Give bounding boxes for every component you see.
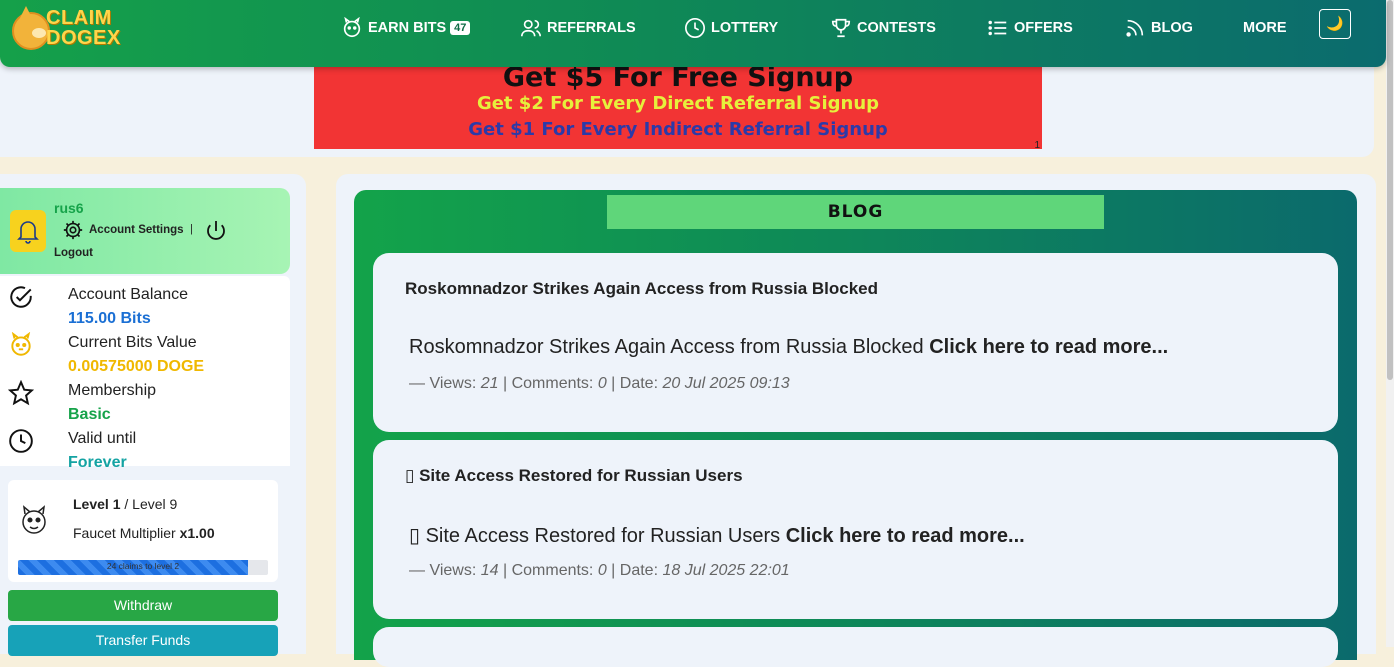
membership-label: Membership — [68, 382, 157, 399]
users-icon — [521, 19, 541, 37]
post-meta: — Views: 21 | Comments: 0 | Date: 20 Jul… — [409, 375, 790, 393]
read-more-link[interactable]: Click here to read more... — [786, 525, 1025, 547]
comments-label: | Comments: — [498, 375, 598, 392]
nav-earn-bits[interactable]: EARN BITS 47 — [341, 16, 471, 40]
views-label: — Views: — [409, 562, 481, 579]
clock-icon — [685, 18, 705, 38]
doge-coin-icon — [8, 331, 34, 363]
bits-value-label: Current Bits Value — [68, 334, 197, 351]
logout-link[interactable]: Logout — [54, 247, 93, 259]
rss-icon — [1126, 19, 1144, 37]
theme-toggle-button[interactable]: 🌙 — [1319, 9, 1351, 39]
moon-icon: 🌙 — [1326, 15, 1344, 31]
separator: | — [190, 223, 193, 235]
power-button[interactable] — [204, 219, 228, 248]
views-count: 21 — [480, 375, 499, 392]
bell-icon — [17, 221, 39, 244]
power-icon — [207, 221, 225, 240]
nav-more[interactable]: MORE — [1243, 16, 1287, 40]
notifications-button[interactable] — [10, 210, 46, 252]
valid-until-value: Forever — [68, 454, 127, 471]
top-navbar: CLAIM DOGEX EARN BITS 47 REFERRALS LOTTE… — [0, 0, 1386, 67]
post-date: 20 Jul 2025 09:13 — [662, 375, 790, 392]
logo-text: CLAIM DOGEX — [46, 7, 121, 49]
post-excerpt: Roskomnadzor Strikes Again Access from R… — [409, 336, 1168, 359]
nav-offers[interactable]: OFFERS — [987, 16, 1073, 40]
post-meta: — Views: 14 | Comments: 0 | Date: 18 Jul… — [409, 562, 790, 580]
post-excerpt-text: ▯ Site Access Restored for Russian Users — [409, 525, 786, 547]
post-title[interactable]: Roskomnadzor Strikes Again Access from R… — [405, 279, 878, 299]
trophy-icon — [831, 18, 851, 38]
membership-value: Basic — [68, 406, 111, 423]
level-text: Level 1 / Level 9 — [73, 496, 177, 512]
gear-icon — [63, 220, 83, 240]
comments-count: 0 — [597, 562, 607, 579]
account-settings-link[interactable]: Account Settings — [62, 219, 184, 241]
views-count: 14 — [480, 562, 499, 579]
doge-logo-icon — [12, 6, 50, 50]
earn-bits-count-badge: 47 — [450, 21, 471, 35]
level-progress-text: 24 claims to level 2 — [106, 561, 180, 571]
date-label: | Date: — [606, 562, 663, 579]
date-label: | Date: — [606, 375, 663, 392]
clock-icon — [8, 428, 34, 459]
nav-more-label: MORE — [1243, 20, 1287, 36]
post-excerpt: ▯ Site Access Restored for Russian Users… — [409, 523, 1025, 548]
star-icon — [7, 379, 35, 411]
ad-line-direct-referral: Get $2 For Every Direct Referral Signup — [476, 93, 880, 114]
list-icon — [988, 20, 1007, 36]
piggy-bank-icon — [343, 17, 361, 38]
ad-line-indirect-referral: Get $1 For Every Indirect Referral Signu… — [468, 119, 888, 140]
post-date: 18 Jul 2025 22:01 — [662, 562, 790, 579]
level-avatar-icon — [18, 504, 50, 538]
current-level: Level 1 — [73, 496, 121, 512]
username: rus6 — [54, 200, 84, 216]
comments-count: 0 — [597, 375, 607, 392]
balance-label: Account Balance — [68, 286, 189, 303]
read-more-link[interactable]: Click here to read more... — [929, 336, 1168, 358]
blog-post-card[interactable]: ▯ Site Access Restored for Russian Users… — [373, 440, 1338, 619]
nav-earn-bits-label: EARN BITS — [368, 20, 447, 36]
bits-value: 0.00575000 DOGE — [68, 358, 205, 375]
nav-contests[interactable]: CONTESTS — [830, 16, 936, 40]
max-level: / Level 9 — [120, 496, 178, 512]
balance-value: 115.00 Bits — [68, 310, 151, 327]
valid-until-label: Valid until — [68, 430, 137, 447]
nav-blog[interactable]: BLOG — [1124, 16, 1193, 40]
views-label: — Views: — [409, 375, 481, 392]
nav-referrals[interactable]: REFERRALS — [520, 16, 636, 40]
check-circle-icon — [8, 284, 34, 315]
withdraw-button[interactable]: Withdraw — [8, 590, 278, 621]
promo-banner-ad[interactable]: Get $5 For Free Signup Get $2 For Every … — [314, 62, 1042, 151]
multiplier-value: x1.00 — [179, 525, 215, 541]
post-excerpt-text: Roskomnadzor Strikes Again Access from R… — [409, 336, 930, 358]
blog-post-card[interactable] — [373, 627, 1338, 667]
nav-offers-label: OFFERS — [1014, 20, 1073, 36]
transfer-funds-button[interactable]: Transfer Funds — [8, 625, 278, 656]
page-scrollbar[interactable] — [1386, 0, 1394, 647]
ad-corner-marker: 1 — [1034, 140, 1040, 151]
blog-post-card[interactable]: Roskomnadzor Strikes Again Access from R… — [373, 253, 1338, 432]
site-logo[interactable]: CLAIM DOGEX — [12, 6, 132, 54]
blog-section-title: BLOG — [607, 195, 1104, 229]
level-progress-bar: 24 claims to level 2 — [18, 560, 268, 575]
account-settings-label: Account Settings — [89, 224, 184, 236]
comments-label: | Comments: — [498, 562, 598, 579]
nav-referrals-label: REFERRALS — [547, 20, 636, 36]
multiplier-label: Faucet Multiplier — [73, 525, 180, 541]
nav-blog-label: BLOG — [1151, 20, 1193, 36]
nav-lottery[interactable]: LOTTERY — [684, 16, 778, 40]
nav-contests-label: CONTESTS — [857, 20, 936, 36]
post-title[interactable]: ▯ Site Access Restored for Russian Users — [405, 466, 743, 486]
scrollbar-thumb[interactable] — [1387, 0, 1393, 380]
nav-lottery-label: LOTTERY — [711, 20, 779, 36]
faucet-multiplier: Faucet Multiplier x1.00 — [73, 525, 215, 541]
